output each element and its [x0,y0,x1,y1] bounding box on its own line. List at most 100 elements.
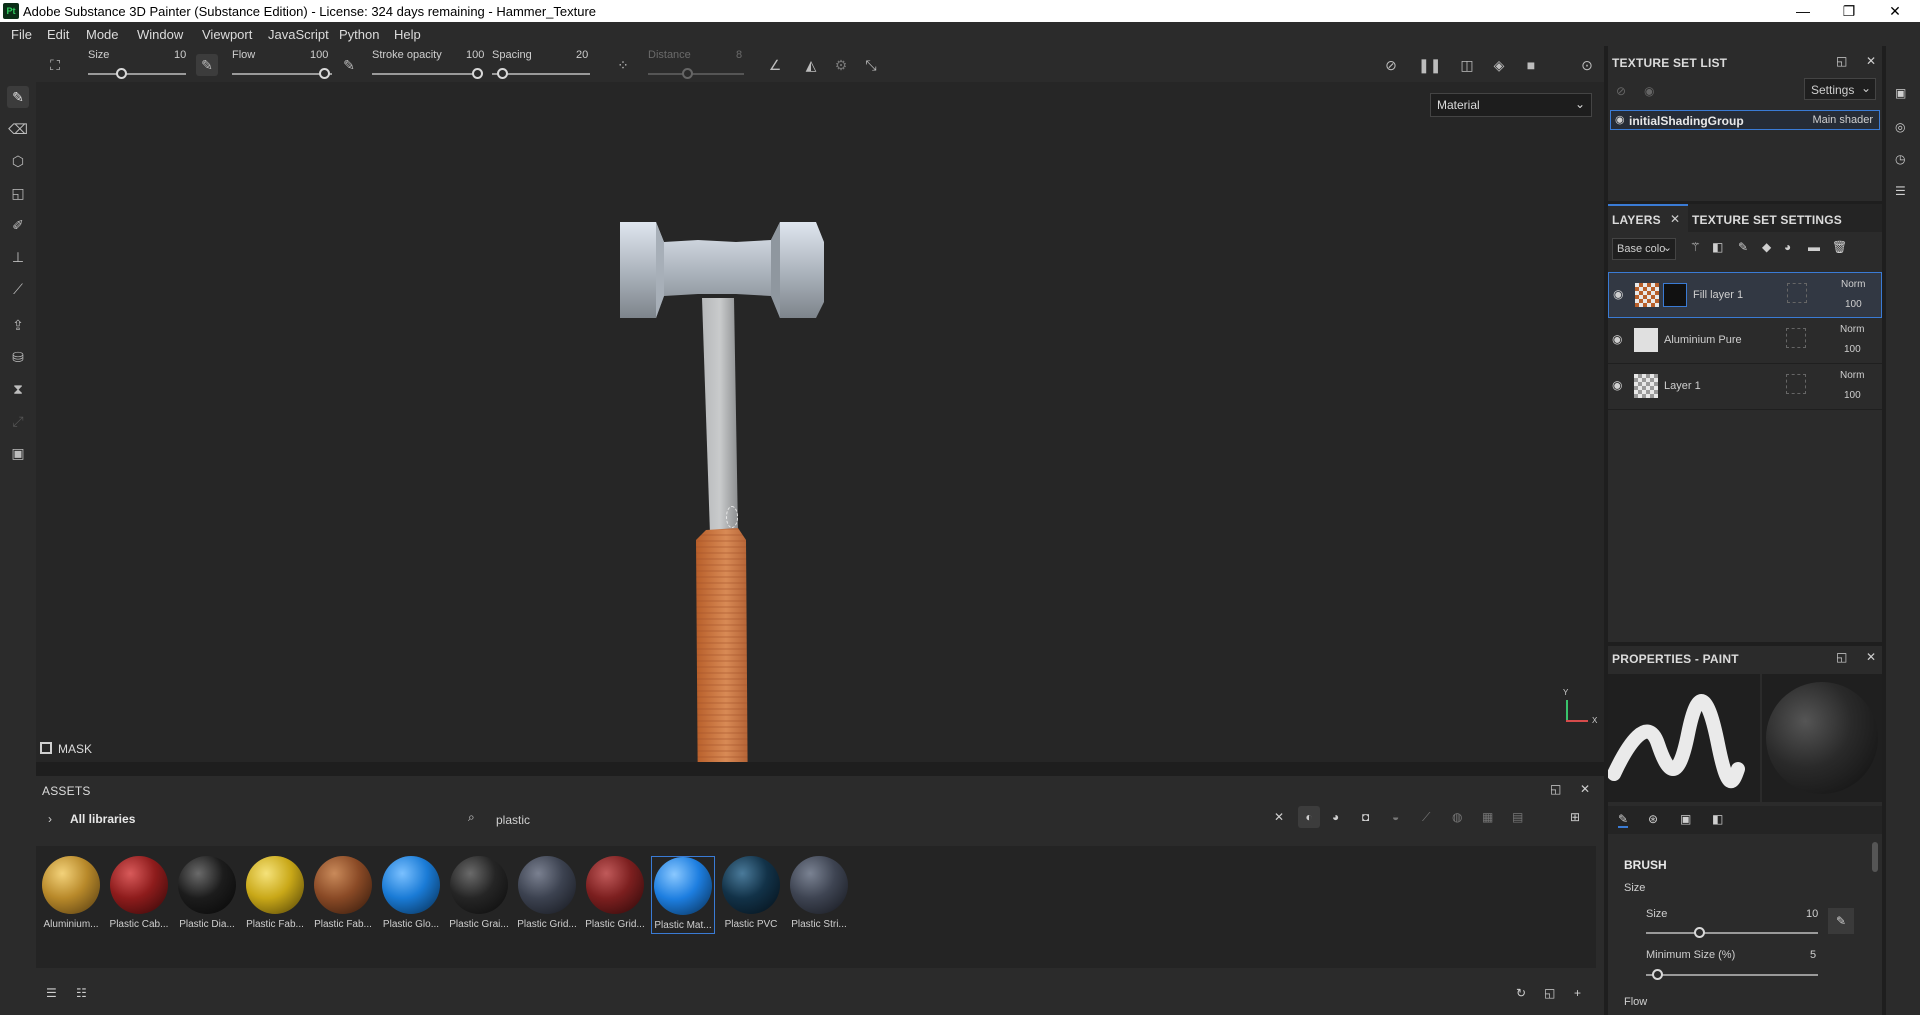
add-icon[interactable]: + [1574,986,1581,1000]
import-icon[interactable]: ◱ [1544,986,1555,1000]
layer-row-aluminium-pure[interactable]: ◉ Aluminium Pure Norm 100 [1608,318,1882,364]
close-window-button[interactable]: ✕ [1872,0,1918,22]
menu-mode[interactable]: Mode [86,27,119,42]
size-slider-knob[interactable] [116,68,127,79]
menu-file[interactable]: File [11,27,32,42]
log-icon[interactable]: ☰ [1895,184,1906,198]
layer-visibility-icon[interactable]: ◉ [1612,378,1622,392]
channel-dropdown[interactable]: Base colo ⌄ [1612,238,1676,260]
filter-material-icon[interactable]: ◐ [1298,806,1320,828]
tab-texture-set-settings[interactable]: TEXTURE SET SETTINGS [1692,213,1842,227]
pen-pressure-icon[interactable]: ✎ [196,54,218,76]
layer-blend-mode[interactable]: Norm [1840,370,1864,381]
layer-channel-slot[interactable] [1786,328,1806,348]
filter-environment-icon[interactable]: ▤ [1512,810,1523,824]
asset-item[interactable]: Plastic Fab... [243,856,307,930]
tab-layers[interactable]: LAYERS ✕ [1608,204,1688,232]
brush-size-slider[interactable] [1646,932,1818,934]
render-mode-select[interactable]: Material ⌄ [1430,93,1592,117]
refresh-icon[interactable]: ↻ [1516,986,1526,1000]
symmetry-options-icon[interactable]: ⚙ [830,54,852,76]
add-folder-icon[interactable]: ▬ [1808,240,1820,254]
clone-tool-icon[interactable]: ⊥ [7,246,29,268]
asset-item[interactable]: Aluminium... [39,856,103,930]
menu-edit[interactable]: Edit [47,27,69,42]
all-libraries-label[interactable]: All libraries [70,812,135,826]
asset-item[interactable]: Plastic Glo... [379,856,443,930]
asset-item[interactable]: Plastic Dia... [175,856,239,930]
tab-stencil-icon[interactable]: ▣ [1680,812,1691,826]
smart-material-icon[interactable]: ◕ [1784,240,1791,254]
search-input[interactable]: plastic [496,813,530,827]
tab-brush-icon[interactable]: ✎ [1618,812,1629,828]
asset-item[interactable]: Plastic Stri... [787,856,851,930]
min-size-knob[interactable] [1652,969,1663,980]
minimize-button[interactable]: — [1780,0,1826,22]
eye-icon[interactable]: ◉ [1615,113,1625,126]
paint-brush-tool-icon[interactable]: ✎ [7,86,29,108]
menu-window[interactable]: Window [137,27,183,42]
grid-view-icon[interactable]: ⊞ [1570,810,1580,824]
color-picker-icon[interactable]: ⟋ [7,278,29,300]
view-2d-3d-icon[interactable]: ◫ [1456,54,1478,76]
lazy-mouse-icon[interactable]: ⁘ [612,54,634,76]
maximize-button[interactable]: ❐ [1826,0,1872,22]
layer-opacity[interactable]: 100 [1844,344,1861,355]
layer-visibility-icon[interactable]: ◉ [1612,332,1622,346]
brush-size-value[interactable]: 10 [1806,908,1818,920]
undock-icon[interactable]: ◱ [1836,54,1847,68]
asset-item[interactable]: Plastic PVC [719,856,783,930]
delete-layer-icon[interactable]: 🗑 [1832,240,1847,254]
size-slider[interactable] [88,73,186,75]
3d-viewport[interactable]: Y X MASK [36,82,1604,762]
close-panel-icon[interactable]: ✕ [1580,782,1590,796]
layer-opacity[interactable]: 100 [1845,299,1862,310]
layer-blend-mode[interactable]: Norm [1840,324,1864,335]
transform-icon[interactable]: ⤡ [860,54,882,76]
filter-smart-mask-icon[interactable]: ◘ [1362,810,1369,824]
close-tab-icon[interactable]: ✕ [1670,212,1680,226]
export-icon[interactable]: ⇪ [7,314,29,336]
pause-render-icon[interactable]: ❚❚ [1418,54,1441,76]
polygon-fill-tool-icon[interactable]: ◱ [7,182,29,204]
layer-channel-slot[interactable] [1786,374,1806,394]
flow-value[interactable]: 100 [310,49,328,61]
texture-set-item[interactable]: ◉ initialShadingGroup Main shader [1610,110,1880,130]
layer-blend-mode[interactable]: Norm [1841,279,1865,290]
add-paint-layer-icon[interactable]: ✎ [1738,240,1748,254]
brush-preset-icon[interactable]: ⛶ [44,54,66,76]
eraser-tool-icon[interactable]: ⌫ [7,118,29,140]
chevron-right-icon[interactable]: › [48,812,52,826]
visibility-icon[interactable]: ◉ [1644,84,1654,98]
layer-row-fill-layer-1[interactable]: ◉ Fill layer 1 Norm 100 [1608,272,1882,318]
history-icon[interactable]: ◷ [1895,152,1905,166]
asset-item-selected[interactable]: Plastic Mat... [651,856,715,934]
tab-material-icon[interactable]: ◧ [1712,812,1723,826]
link-icon[interactable]: ⊘ [1616,84,1626,98]
min-size-value[interactable]: 5 [1810,949,1816,961]
hide-cage-icon[interactable]: ⊘ [1380,54,1402,76]
spacing-slider-knob[interactable] [497,68,508,79]
menu-viewport[interactable]: Viewport [202,27,252,42]
cube-view-icon[interactable]: ◈ [1488,54,1510,76]
screenshot-tool-icon[interactable]: ▣ [7,442,29,464]
layer-opacity[interactable]: 100 [1844,390,1861,401]
menu-javascript[interactable]: JavaScript [268,27,329,42]
pen-pressure-button[interactable]: ✎ [1828,908,1854,934]
camera-icon[interactable]: ■ [1520,54,1542,76]
add-effect-icon[interactable]: ⚚ [1690,240,1701,254]
add-fill-layer-icon[interactable]: ◆ [1762,240,1771,254]
spacing-value[interactable]: 20 [576,49,588,61]
undock-icon[interactable]: ◱ [1550,782,1561,796]
asset-item[interactable]: Plastic Fab... [311,856,375,930]
filter-texture-icon[interactable]: ▦ [1482,810,1493,824]
display-settings-icon[interactable]: ◎ [1895,120,1905,134]
flow-slider[interactable] [232,73,332,75]
close-panel-icon[interactable]: ✕ [1866,54,1876,68]
layer-name[interactable]: Aluminium Pure [1664,334,1742,346]
layer-name[interactable]: Layer 1 [1664,380,1701,392]
symmetry-icon[interactable]: ◭ [800,54,822,76]
bake-icon[interactable]: ⛁ [7,346,29,368]
asset-item[interactable]: Plastic Cab... [107,856,171,930]
stroke-opacity-value[interactable]: 100 [466,49,484,61]
